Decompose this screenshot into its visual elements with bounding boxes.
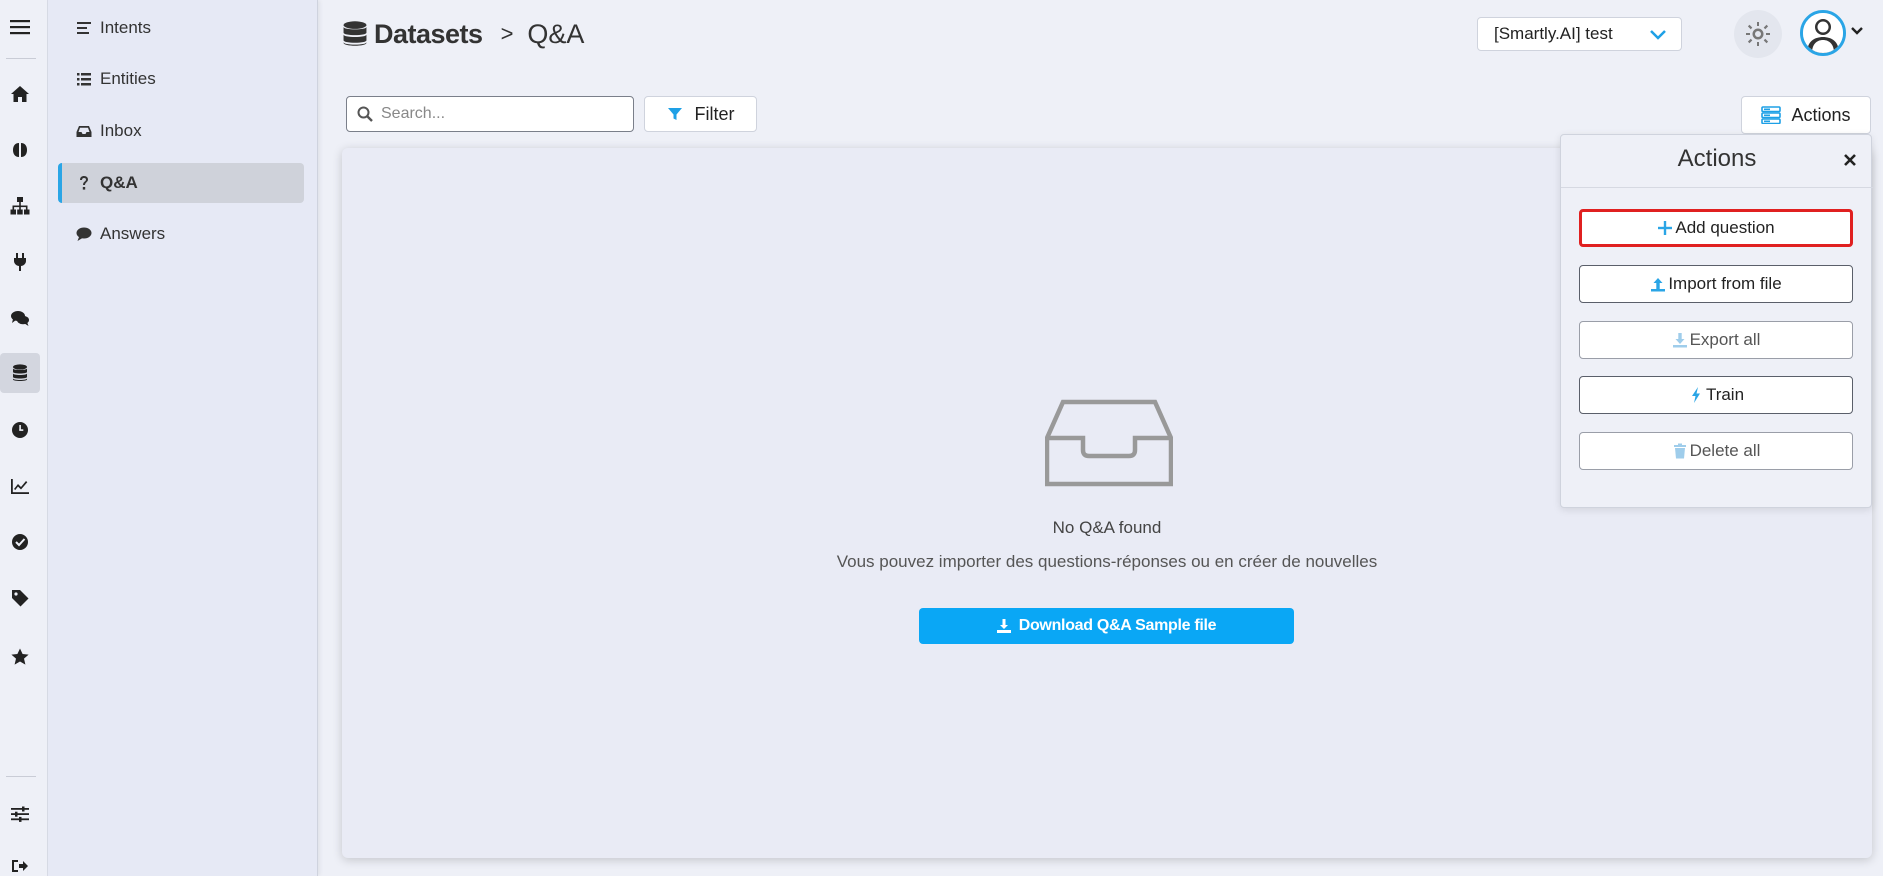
import-from-file-label: Import from file [1668,274,1782,293]
empty-state-title: No Q&A found [1052,518,1162,537]
brain-icon[interactable] [0,130,40,170]
search-icon [357,106,373,122]
search-input[interactable] [381,105,621,123]
train-button[interactable]: Train [1579,376,1853,414]
user-icon [1803,13,1843,53]
server-icon [1761,106,1782,124]
menu-icon[interactable] [0,7,40,47]
filter-button-label: Filter [694,103,735,124]
empty-inbox-icon [1045,399,1173,487]
tag-icon[interactable] [0,578,40,618]
delete-all-button[interactable]: Delete all [1579,432,1853,470]
sidebar-item-intents[interactable]: Intents [58,8,304,48]
avatar[interactable] [1800,10,1846,56]
export-all-label: Export all [1689,330,1761,349]
theme-toggle-button[interactable] [1734,10,1782,58]
upload-icon [1651,278,1666,292]
sliders-icon[interactable] [0,794,40,834]
bolt-icon [1691,387,1700,403]
filter-icon [667,108,682,120]
star-icon[interactable] [0,637,40,677]
import-from-file-button[interactable]: Import from file [1579,265,1853,303]
page-title: Q&A [527,18,585,49]
sidebar-item-label: Answers [100,224,166,243]
sidebar-item-label: Intents [100,18,152,37]
inbox-icon [76,126,92,137]
database-icon[interactable] [0,353,40,393]
download-sample-label: Download Q&A Sample file [1018,617,1217,634]
actions-panel: Actions Add question Import from file Ex… [1560,134,1873,508]
sidebar-item-label: Inbox [100,121,142,140]
sidebar-item-qa[interactable]: Q&A [58,163,304,203]
download-sample-button[interactable]: Download Q&A Sample file [919,608,1294,644]
plug-icon[interactable] [0,242,40,282]
divider [1561,187,1873,188]
close-icon[interactable] [1843,153,1857,167]
sun-icon [1746,22,1770,46]
add-question-button[interactable]: Add question [1579,209,1853,247]
sidebar-item-label: Entities [100,69,156,88]
comments-icon[interactable] [0,298,40,338]
sign-out-icon[interactable] [0,846,40,876]
search-field[interactable] [346,96,634,132]
clock-icon[interactable] [0,410,40,450]
database-icon [343,21,367,46]
sidebar-item-answers[interactable]: Answers [58,214,304,254]
icon-rail [0,0,48,876]
question-icon [80,176,88,190]
plus-icon [1658,221,1673,235]
sidebar-item-entities[interactable]: Entities [58,59,304,99]
actions-button-label: Actions [1791,104,1851,125]
home-icon[interactable] [0,74,40,114]
trash-icon [1673,443,1686,459]
download-icon [1672,333,1687,348]
breadcrumb-root[interactable]: Datasets [374,19,483,50]
delete-all-label: Delete all [1689,441,1761,460]
datasets-sidebar: Intents Entities Inbox Q&A Answers [48,0,318,876]
breadcrumb: Datasets > Q&A [342,14,584,54]
actions-panel-title: Actions [1677,145,1757,172]
export-all-button[interactable]: Export all [1579,321,1853,359]
check-circle-icon[interactable] [0,522,40,562]
comment-icon [76,227,92,241]
download-icon [996,619,1011,633]
breadcrumb-separator: > [500,21,514,46]
chart-line-icon[interactable] [0,466,40,506]
rail-divider [6,776,36,777]
list-icon [77,73,91,86]
empty-state-subtitle: Vous pouvez importer des questions-répon… [836,552,1378,571]
rail-divider [6,58,36,59]
actions-button[interactable]: Actions [1741,96,1871,134]
sidebar-item-label: Q&A [100,173,138,192]
align-left-icon [77,22,91,34]
chevron-down-icon[interactable] [1850,26,1864,36]
sitemap-icon[interactable] [0,186,40,226]
chevron-down-icon [1650,30,1666,40]
filter-button[interactable]: Filter [644,96,757,132]
bot-select-value: [Smartly.AI] test [1494,24,1613,43]
train-label: Train [1705,385,1745,404]
bot-select[interactable]: [Smartly.AI] test [1477,17,1682,51]
add-question-label: Add question [1675,218,1775,237]
sidebar-item-inbox[interactable]: Inbox [58,111,304,151]
